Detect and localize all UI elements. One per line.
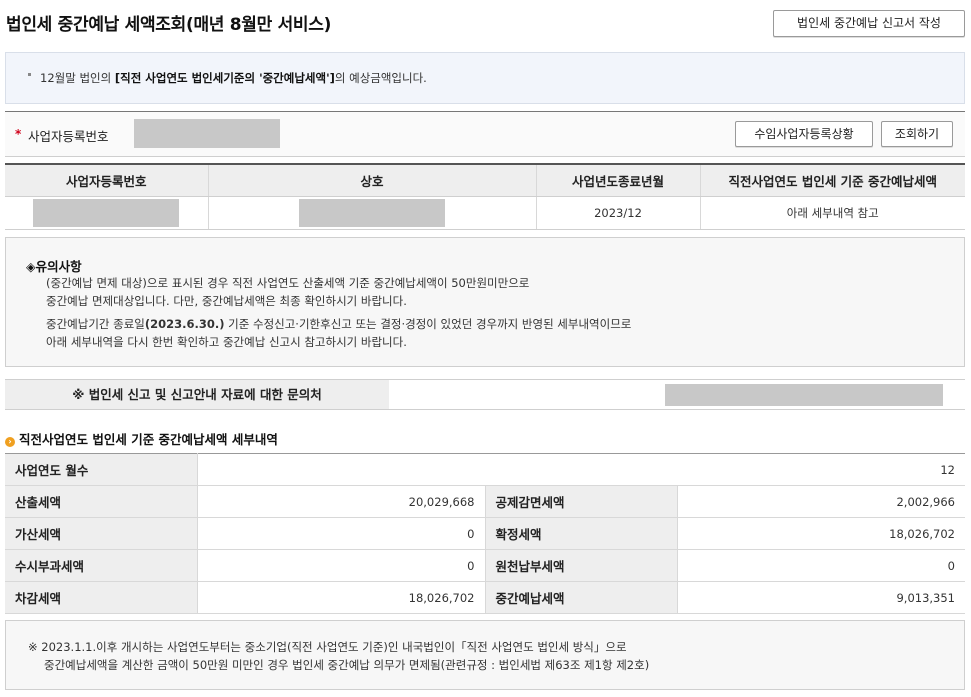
- row-label: 수시부과세액: [5, 549, 197, 582]
- row-label: 확정세액: [484, 517, 677, 550]
- column-header: 사업년도종료년월: [535, 164, 700, 197]
- row-value: 9,013,351: [676, 581, 965, 614]
- footnote-line: 중간예납세액을 계산한 금액이 50만원 미만인 경우 법인세 중간예납 의무가…: [44, 658, 650, 672]
- row-value: 0: [196, 517, 485, 550]
- section-title: › 직전사업연도 법인세 기준 중간예납세액 세부내역: [5, 429, 278, 448]
- period-end-cell: 2023/12: [535, 196, 700, 230]
- result-table: 사업자등록번호 상호 사업년도종료년월 직전사업연도 법인세 기준 중간예납세액…: [5, 163, 965, 230]
- masked-business-number: [33, 198, 180, 227]
- row-value: 2,002,966: [676, 485, 965, 518]
- row-value: 18,026,702: [196, 581, 485, 614]
- masked-company-name: [299, 198, 445, 227]
- months-label: 사업연도 월수: [5, 453, 197, 486]
- row-label: 공제감면세액: [484, 485, 677, 518]
- table-row: 2023/12 아래 세부내역 참고: [5, 196, 965, 230]
- table-row: 산출세액 20,029,668 공제감면세액 2,002,966: [5, 485, 965, 518]
- caution-box: ◈유의사항 (중간예납 면제 대상)으로 표시된 경우 직전 사업연도 산출세액…: [5, 237, 965, 367]
- footnote-box: ※ 2023.1.1.이후 개시하는 사업연도부터는 중소기업(직전 사업연도 …: [5, 620, 965, 690]
- row-value: 18,026,702: [676, 517, 965, 550]
- row-label: 중간예납세액: [484, 581, 677, 614]
- page-title: 법인세 중간예납 세액조회(매년 8월만 서비스): [6, 15, 332, 35]
- column-header: 상호: [207, 164, 536, 197]
- interim-tax-cell: 아래 세부내역 참고: [699, 196, 965, 230]
- months-value: 12: [196, 453, 965, 486]
- column-header: 사업자등록번호: [5, 164, 208, 197]
- table-row: 차감세액 18,026,702 중간예납세액 9,013,351: [5, 581, 965, 614]
- row-value: 20,029,668: [196, 485, 485, 518]
- row-value: 0: [196, 549, 485, 582]
- contact-row: ※ 법인세 신고 및 신고안내 자료에 대한 문의처: [5, 379, 965, 410]
- business-number-label: 사업자등록번호: [28, 129, 109, 144]
- caution-line: 중간예납 면제대상입니다. 다만, 중간예납세액은 최종 확인하시기 바랍니다.: [46, 294, 407, 308]
- row-value: 0: [676, 549, 965, 582]
- bullet-circle-icon: ›: [5, 437, 15, 447]
- search-button[interactable]: 조회하기: [881, 121, 953, 147]
- row-label: 원천납부세액: [484, 549, 677, 582]
- caution-line: 중간예납기간 종료일(2023.6.30.) 기준 수정신고·기한후신고 또는 …: [46, 317, 632, 331]
- row-label: 산출세액: [5, 485, 197, 518]
- write-report-button[interactable]: 법인세 중간예납 신고서 작성: [773, 10, 965, 37]
- caution-line: (중간예납 면제 대상)으로 표시된 경우 직전 사업연도 산출세액 기준 중간…: [46, 276, 530, 290]
- masked-contact-info: [665, 384, 943, 406]
- client-registration-status-button[interactable]: 수임사업자등록상황: [735, 121, 873, 147]
- required-mark: *: [15, 127, 22, 141]
- table-row: 가산세액 0 확정세액 18,026,702: [5, 517, 965, 550]
- detail-table: 사업연도 월수 12 산출세액 20,029,668 공제감면세액 2,002,…: [5, 453, 965, 614]
- contact-label: ※ 법인세 신고 및 신고안내 자료에 대한 문의처: [5, 380, 389, 409]
- caution-line: 아래 세부내역을 다시 한번 확인하고 중간예납 신고시 참고하시기 바랍니다.: [46, 335, 407, 349]
- row-label: 차감세액: [5, 581, 197, 614]
- table-header-row: 사업자등록번호 상호 사업년도종료년월 직전사업연도 법인세 기준 중간예납세액: [5, 164, 965, 197]
- notice-box: 12월말 법인의 [직전 사업연도 법인세기준의 '중간예납세액']의 예상금액…: [5, 52, 965, 104]
- row-label: 가산세액: [5, 517, 197, 550]
- bullet-icon: [28, 73, 31, 76]
- table-row: 수시부과세액 0 원천납부세액 0: [5, 549, 965, 582]
- notice-emphasis: [직전 사업연도 법인세기준의 '중간예납세액']: [114, 71, 335, 85]
- column-header: 직전사업연도 법인세 기준 중간예납세액: [699, 164, 965, 197]
- business-number-input[interactable]: [134, 119, 280, 148]
- footnote-line: ※ 2023.1.1.이후 개시하는 사업연도부터는 중소기업(직전 사업연도 …: [28, 640, 627, 654]
- caution-title: ◈유의사항: [26, 259, 82, 274]
- notice-text: 12월말 법인의 [직전 사업연도 법인세기준의 '중간예납세액']의 예상금액…: [40, 71, 427, 85]
- table-row: 사업연도 월수 12: [5, 453, 965, 486]
